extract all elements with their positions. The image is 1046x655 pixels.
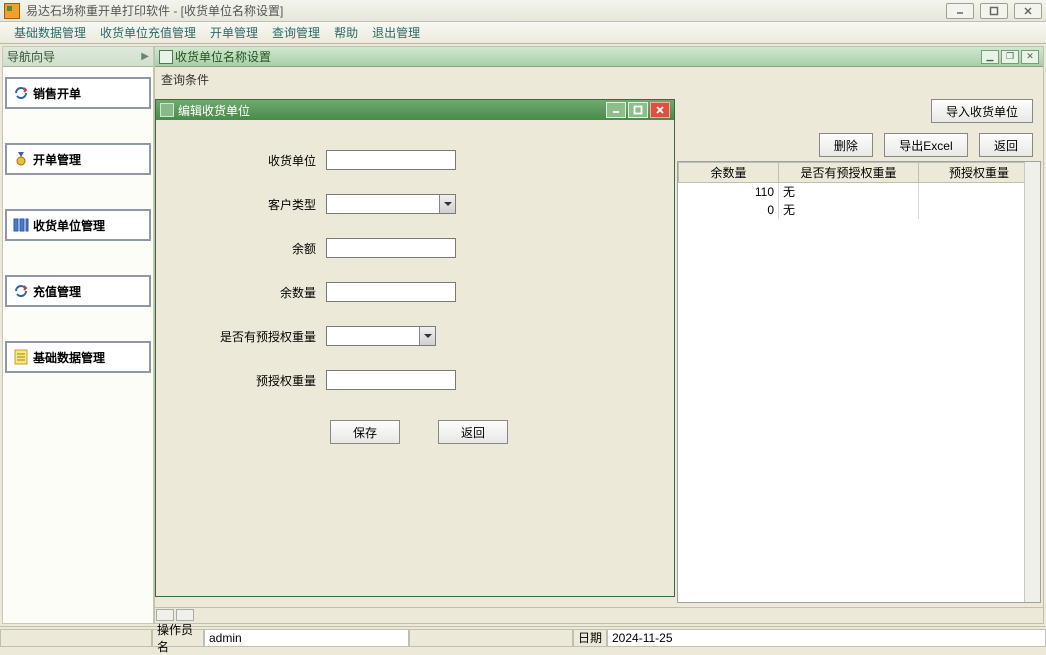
chevron-right-icon[interactable]: ▶: [141, 51, 149, 62]
label-unit: 收货单位: [156, 152, 326, 169]
dialog-title-text: 编辑收货单位: [178, 102, 250, 119]
menu-exit[interactable]: 退出管理: [366, 22, 426, 43]
vertical-scrollbar[interactable]: [1024, 162, 1040, 602]
nav-item-label: 基础数据管理: [33, 349, 105, 366]
window-icon: [160, 103, 174, 117]
menu-order[interactable]: 开单管理: [204, 22, 264, 43]
menu-basic-data[interactable]: 基础数据管理: [8, 22, 92, 43]
cell-preweight: [919, 201, 1040, 219]
menu-recharge[interactable]: 收货单位充值管理: [94, 22, 202, 43]
dialog-minimize-button[interactable]: [606, 102, 626, 118]
export-excel-button[interactable]: 导出Excel: [884, 133, 967, 157]
dialog-titlebar[interactable]: 编辑收货单位: [156, 100, 674, 120]
statusbar: 操作员名 admin 日期 2024-11-25: [0, 626, 1046, 648]
label-balance: 余额: [156, 240, 326, 257]
nav-item-label: 充值管理: [33, 283, 81, 300]
nav-basic-data-mgmt[interactable]: 基础数据管理: [5, 341, 151, 373]
cell-pre: 无: [779, 183, 919, 201]
import-button[interactable]: 导入收货单位: [931, 99, 1033, 123]
inner-close-button[interactable]: ✕: [1021, 50, 1039, 64]
dialog-back-button[interactable]: 返回: [438, 420, 508, 444]
inner-statusbar: [155, 607, 1043, 623]
col-qty[interactable]: 余数量: [679, 163, 779, 183]
cell-qty: 110: [679, 183, 779, 201]
cell-pre: 无: [779, 201, 919, 219]
nav-item-label: 销售开单: [33, 85, 81, 102]
unit-input[interactable]: [326, 150, 456, 170]
nav-header: 导航向导 ▶: [3, 47, 153, 67]
menu-help[interactable]: 帮助: [328, 22, 364, 43]
nav-receiver-mgmt[interactable]: 收货单位管理: [5, 209, 151, 241]
status-date-value: 2024-11-25: [607, 629, 1046, 647]
status-spacer: [409, 629, 573, 647]
columns-icon: [11, 215, 31, 235]
status-op-label: 操作员名: [152, 629, 204, 647]
nav-pane: 导航向导 ▶ 销售开单 开单管理 收货单位管理 充值管理 基础数据管理: [2, 46, 154, 624]
maximize-button[interactable]: [980, 3, 1008, 19]
nav-item-label: 开单管理: [33, 151, 81, 168]
nav-header-label: 导航向导: [7, 48, 55, 65]
data-grid[interactable]: 余数量 是否有预授权重量 预授权重量 110 无 0: [677, 161, 1041, 603]
status-blank: [0, 629, 152, 647]
status-op-value: admin: [204, 629, 409, 647]
status-date-label: 日期: [573, 629, 607, 647]
nav-recharge-mgmt[interactable]: 充值管理: [5, 275, 151, 307]
back-button[interactable]: 返回: [979, 133, 1033, 157]
balance-input[interactable]: [326, 238, 456, 258]
label-qty: 余数量: [156, 284, 326, 301]
qty-input[interactable]: [326, 282, 456, 302]
query-group-label: 查询条件: [161, 71, 209, 88]
inner-title-text: 收货单位名称设置: [175, 48, 271, 65]
window-icon: [159, 50, 173, 64]
dialog-maximize-button[interactable]: [628, 102, 648, 118]
app-icon: [4, 3, 20, 19]
cell-preweight: [919, 183, 1040, 201]
nav-order-mgmt[interactable]: 开单管理: [5, 143, 151, 175]
chevron-down-icon: [419, 327, 435, 345]
minimize-button[interactable]: [946, 3, 974, 19]
label-ctype: 客户类型: [156, 196, 326, 213]
nav-sales-order[interactable]: 销售开单: [5, 77, 151, 109]
table-row[interactable]: 0 无: [679, 201, 1040, 219]
menubar: 基础数据管理 收货单位充值管理 开单管理 查询管理 帮助 退出管理: [0, 22, 1046, 44]
delete-button[interactable]: 删除: [819, 133, 873, 157]
chevron-down-icon: [439, 195, 455, 213]
ctype-select[interactable]: [326, 194, 456, 214]
col-preweight[interactable]: 预授权重量: [919, 163, 1040, 183]
table-row[interactable]: 110 无: [679, 183, 1040, 201]
label-haspre: 是否有预授权重量: [156, 328, 326, 345]
main-titlebar: 易达石场称重开单打印软件 - [收货单位名称设置]: [0, 0, 1046, 22]
haspre-select[interactable]: [326, 326, 436, 346]
sheet-icon: [11, 347, 31, 367]
save-button[interactable]: 保存: [330, 420, 400, 444]
inner-restore-button[interactable]: ❐: [1001, 50, 1019, 64]
nav-item-label: 收货单位管理: [33, 217, 105, 234]
window-title: 易达石场称重开单打印软件 - [收货单位名称设置]: [26, 2, 946, 19]
col-haspre[interactable]: 是否有预授权重量: [779, 163, 919, 183]
close-button[interactable]: [1014, 3, 1042, 19]
inner-minimize-button[interactable]: ▁: [981, 50, 999, 64]
inner-titlebar: 收货单位名称设置 ▁ ❐ ✕: [155, 47, 1043, 67]
cell-qty: 0: [679, 201, 779, 219]
edit-receiver-dialog: 编辑收货单位 收货单位 客户类型 余额 余数量 是否有预授权重量: [155, 99, 675, 597]
dialog-close-button[interactable]: [650, 102, 670, 118]
medal-icon: [11, 149, 31, 169]
refresh-icon: [11, 83, 31, 103]
refresh-icon: [11, 281, 31, 301]
label-preweight: 预授权重量: [156, 372, 326, 389]
preweight-input[interactable]: [326, 370, 456, 390]
menu-query[interactable]: 查询管理: [266, 22, 326, 43]
